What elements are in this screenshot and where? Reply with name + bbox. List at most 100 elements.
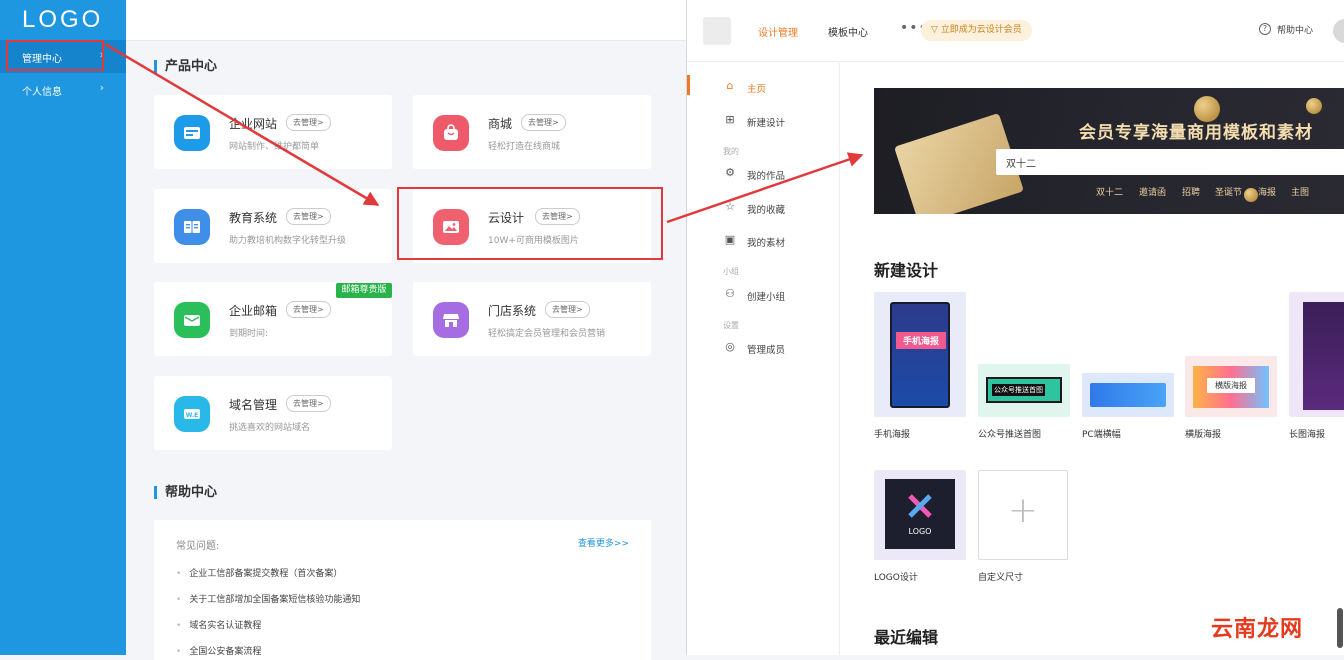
side-item-my-materials[interactable]: 我的素材 — [747, 235, 785, 249]
manage-button[interactable]: 去管理> — [286, 208, 331, 225]
template-custom-size[interactable]: + 自定义尺寸 — [978, 470, 1070, 583]
nav-template-center[interactable]: 模板中心 — [828, 24, 868, 39]
faq-item[interactable]: 企业工信部备案提交教程（首次备案） — [176, 566, 342, 579]
side-item-create-group[interactable]: 创建小组 — [747, 289, 785, 303]
plus-icon: + — [1007, 490, 1039, 531]
scrollbar[interactable] — [1337, 608, 1343, 648]
poster-preview: 手机海报 — [890, 302, 950, 408]
shopping-bag-icon — [433, 115, 469, 151]
card-desc: 到期时间: — [229, 329, 269, 339]
home-icon: ⌂ — [726, 79, 734, 92]
template-thumbnail: 公众号推送首图 — [978, 364, 1070, 417]
long-poster-preview — [1303, 302, 1344, 410]
faq-item[interactable]: 关于工信部增加全国备案短信核验功能通知 — [176, 592, 360, 605]
new-file-icon: ⊞ — [725, 113, 735, 126]
card-name: 商城 — [488, 117, 513, 131]
x-logo-icon — [908, 494, 932, 518]
product-card-education[interactable]: 教育系统 去管理> 助力教培机构数字化转型升级 — [154, 189, 392, 263]
cover-preview-text: 公众号推送首图 — [992, 384, 1045, 396]
cover-preview: 公众号推送首图 — [986, 377, 1062, 403]
side-item-my-works[interactable]: 我的作品 — [747, 168, 785, 182]
star-icon: ☆ — [725, 200, 735, 213]
template-long-poster[interactable]: 长图海报 — [1289, 292, 1344, 444]
book-icon — [174, 209, 210, 245]
card-name: 企业网站 — [229, 117, 278, 131]
card-desc: 网站制作、维护都简单 — [229, 142, 320, 152]
active-indicator — [687, 75, 690, 95]
sidebar-item-personal-info[interactable]: 个人信息 › — [0, 73, 126, 106]
faq-item[interactable]: 域名实名认证教程 — [176, 618, 261, 631]
manage-button[interactable]: 去管理> — [286, 395, 331, 412]
product-card-domain[interactable]: W.E 域名管理 去管理> 挑选喜欢的网站域名 — [154, 376, 392, 450]
sidebar-item-label: 个人信息 — [22, 87, 62, 98]
card-name: 域名管理 — [229, 398, 278, 412]
manage-button[interactable]: 去管理> — [286, 114, 331, 131]
email-premium-badge: 邮箱尊贵版 — [336, 283, 392, 298]
help-center-link[interactable]: 帮助中心 — [1277, 23, 1313, 36]
settings-icon: ◎ — [725, 340, 735, 353]
landscape-preview: 横版海报 — [1193, 366, 1269, 408]
product-card-cloud-design[interactable]: 云设计 去管理> 10W+可商用模板图片 — [413, 189, 651, 263]
hot-tag[interactable]: 主图 — [1291, 185, 1309, 198]
template-thumbnail: 手机海报 — [874, 292, 966, 417]
manage-button[interactable]: 去管理> — [286, 301, 331, 318]
hot-tag[interactable]: 双十二 — [1096, 185, 1123, 198]
template-label: 自定义尺寸 — [978, 573, 1024, 583]
new-design-title: 新建设计 — [874, 261, 939, 280]
card-desc: 助力教培机构数字化转型升级 — [229, 236, 347, 246]
help-box: 常见问题: 查看更多>> 企业工信部备案提交教程（首次备案） 关于工信部增加全国… — [154, 520, 651, 660]
template-thumbnail — [1082, 373, 1174, 417]
vip-banner: 会员专享海量商用模板和素材 双十二 邀请函 招聘 圣诞节 海报 主图 — [874, 88, 1344, 214]
logo-preview-text: LOGO — [908, 527, 932, 536]
side-item-new-design[interactable]: 新建设计 — [747, 115, 785, 129]
sidebar-item-management-center[interactable]: 管理中心 › — [0, 40, 126, 73]
admin-sidebar: LOGO 管理中心 › 个人信息 › — [0, 0, 126, 655]
avatar[interactable] — [1333, 19, 1344, 43]
hot-tag[interactable]: 海报 — [1258, 185, 1276, 198]
vip-button[interactable]: ▽ 立即成为云设计会员 — [921, 20, 1032, 41]
help-center-title: 帮助中心 — [154, 486, 217, 499]
product-card-mall[interactable]: 商城 去管理> 轻松打造在线商城 — [413, 95, 651, 169]
banner-title: 会员专享海量商用模板和素材 — [1079, 123, 1313, 143]
template-thumbnail: 横版海报 — [1185, 356, 1277, 417]
image-icon — [433, 209, 469, 245]
template-logo-design[interactable]: LOGO LOGO设计 — [874, 470, 966, 583]
template-label: 公众号推送首图 — [978, 430, 1042, 440]
faq-more-link[interactable]: 查看更多>> — [578, 536, 629, 549]
template-landscape-poster[interactable]: 横版海报 横版海报 — [1185, 356, 1277, 444]
app-logo — [703, 17, 731, 45]
manage-button[interactable]: 去管理> — [521, 114, 566, 131]
hot-tag[interactable]: 招聘 — [1182, 185, 1200, 198]
card-desc: 挑选喜欢的网站域名 — [229, 423, 311, 433]
template-wechat-cover[interactable]: 公众号推送首图 公众号推送首图 — [978, 364, 1070, 444]
template-pc-banner[interactable]: PC端横幅 — [1082, 373, 1174, 443]
faq-item[interactable]: 全国公安备案流程 — [176, 644, 261, 657]
chevron-right-icon: › — [99, 48, 104, 61]
nav-design-manage[interactable]: 设计管理 — [758, 24, 798, 39]
template-label: 手机海报 — [874, 430, 911, 440]
hot-tag[interactable]: 圣诞节 — [1215, 185, 1242, 198]
card-desc: 10W+可商用模板图片 — [488, 236, 579, 246]
manage-button[interactable]: 去管理> — [545, 301, 590, 318]
template-mobile-poster[interactable]: 手机海报 手机海报 — [874, 292, 966, 440]
template-thumbnail: LOGO — [874, 470, 966, 560]
image-icon: ▣ — [724, 233, 736, 246]
product-card-website[interactable]: 企业网站 去管理> 网站制作、维护都简单 — [154, 95, 392, 169]
sidebar-item-label: 管理中心 — [22, 54, 62, 65]
side-item-home[interactable]: 主页 — [747, 81, 766, 95]
template-label: 长图海报 — [1289, 430, 1326, 440]
side-item-my-favorites[interactable]: 我的收藏 — [747, 202, 785, 216]
manage-button[interactable]: 去管理> — [535, 208, 580, 225]
side-item-manage-members[interactable]: 管理成员 — [747, 342, 785, 356]
hot-tag[interactable]: 邀请函 — [1139, 185, 1166, 198]
template-search-input[interactable] — [996, 149, 1344, 175]
card-name: 门店系统 — [488, 304, 537, 318]
cloud-design-panel: 设计管理 模板中心 ••• ▽ 立即成为云设计会员 ? 帮助中心 ⌂ 主页 ⊞ … — [686, 0, 1344, 655]
template-thumbnail — [1289, 292, 1344, 417]
template-thumbnail: + — [978, 470, 1068, 560]
domain-icon: W.E — [174, 396, 210, 432]
admin-topbar — [126, 0, 686, 41]
product-card-store[interactable]: 门店系统 去管理> 轻松搞定会员管理和会员营销 — [413, 282, 651, 356]
vip-label: 立即成为云设计会员 — [940, 25, 1022, 35]
vip-crown-icon: ▽ — [931, 25, 941, 35]
